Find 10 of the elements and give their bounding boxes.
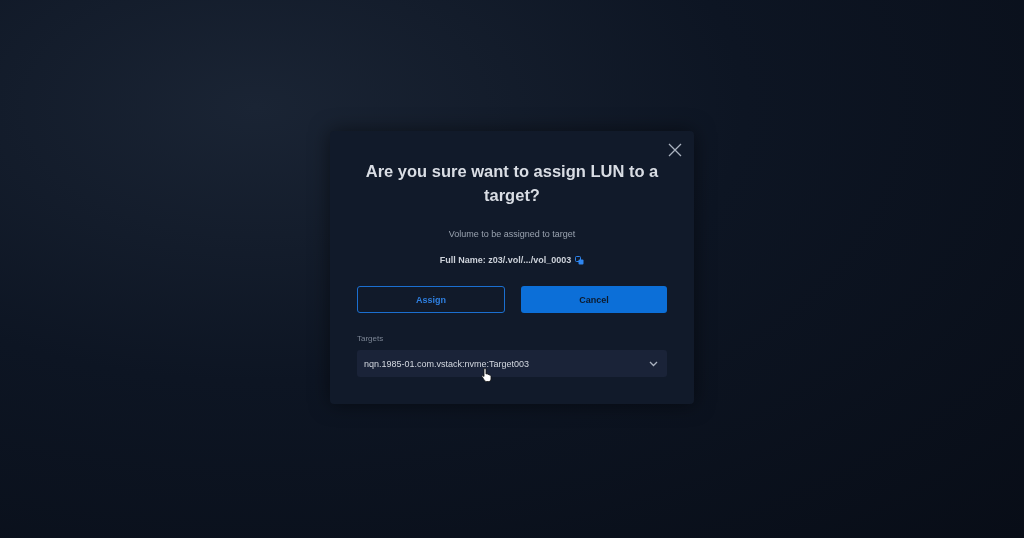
primary-button[interactable]: Cancel bbox=[521, 286, 667, 313]
close-icon[interactable] bbox=[668, 143, 682, 157]
full-name-text: Full Name: z03/.vol/.../vol_0003 bbox=[439, 255, 572, 265]
field-label: Targets bbox=[357, 334, 384, 343]
copy-icon[interactable] bbox=[575, 255, 585, 265]
chevron-icon bbox=[649, 360, 658, 367]
dialog-subtitle: Volume to be assigned to target bbox=[448, 229, 576, 239]
secondary-button[interactable]: Assign bbox=[357, 286, 505, 313]
dialog-title: Are you sure want to assign LUN to a target? bbox=[364, 161, 660, 206]
hand-cursor-icon bbox=[481, 368, 492, 382]
